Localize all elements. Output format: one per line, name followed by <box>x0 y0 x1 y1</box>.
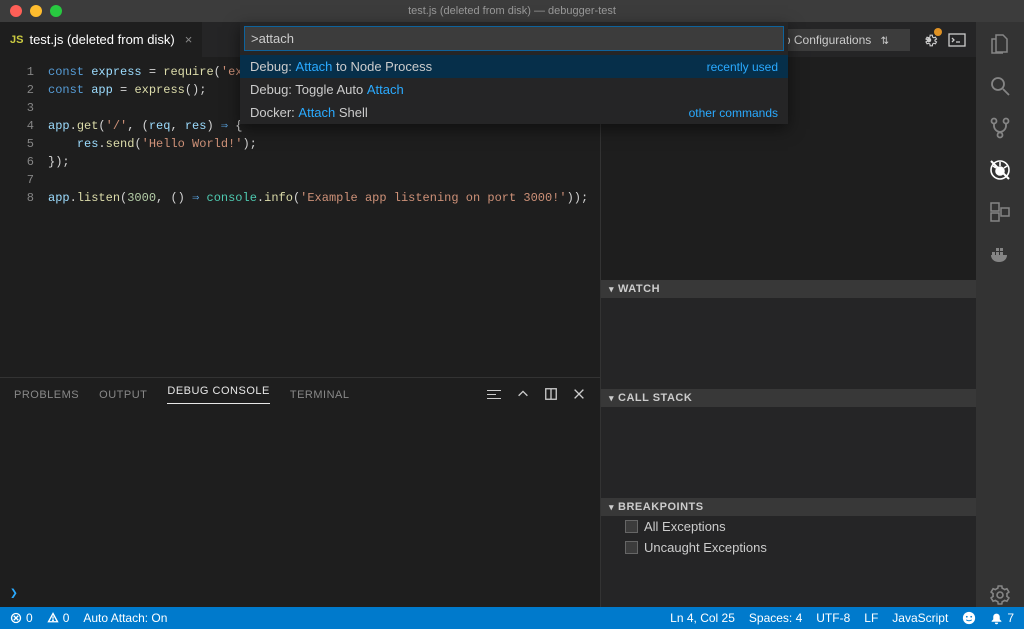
panel-word-wrap-icon[interactable] <box>486 387 502 403</box>
gear-badge-icon <box>934 28 942 36</box>
titlebar: test.js (deleted from disk) — debugger-t… <box>0 0 1024 22</box>
palette-item-toggle-auto-attach[interactable]: Debug: Toggle Auto Attach <box>240 78 788 101</box>
collapse-arrow-icon: ▾ <box>609 393 614 404</box>
command-palette: Debug: Attach to Node Process recently u… <box>240 22 788 124</box>
panel-collapse-icon[interactable] <box>516 387 530 403</box>
statusbar: 0 0 Auto Attach: On Ln 4, Col 25 Spaces:… <box>0 607 1024 629</box>
status-spaces[interactable]: Spaces: 4 <box>749 611 802 625</box>
status-notifications-icon[interactable]: 7 <box>990 611 1014 625</box>
watch-section-body <box>601 298 976 389</box>
panel-maximize-icon[interactable] <box>544 387 558 403</box>
tab-close-icon[interactable]: × <box>185 32 193 47</box>
status-feedback-icon[interactable] <box>962 611 976 625</box>
breakpoint-item[interactable]: All Exceptions <box>601 516 976 537</box>
tab-testjs[interactable]: JS test.js (deleted from disk) × <box>0 22 202 57</box>
watch-label: WATCH <box>618 283 660 295</box>
debug-console-prompt[interactable]: ❯ <box>0 582 28 605</box>
tab-label: test.js (deleted from disk) <box>29 32 174 47</box>
status-encoding[interactable]: UTF-8 <box>816 611 850 625</box>
palette-item-debug-attach[interactable]: Debug: Attach to Node Process recently u… <box>240 55 788 78</box>
settings-gear-icon[interactable] <box>988 583 1012 607</box>
window-maximize-button[interactable] <box>50 5 62 17</box>
debug-settings-gear-icon[interactable] <box>920 31 938 49</box>
status-language[interactable]: JavaScript <box>892 611 948 625</box>
breakpoint-label: All Exceptions <box>644 519 726 534</box>
breakpoint-label: Uncaught Exceptions <box>644 540 767 555</box>
callstack-section-header[interactable]: ▾ CALL STACK <box>601 389 976 407</box>
debug-icon[interactable] <box>988 158 1012 182</box>
line-gutter: 1 2 3 4 5 6 7 8 <box>0 63 48 377</box>
panel-tab-output[interactable]: OUTPUT <box>99 389 147 401</box>
debug-config-label: No Configurations <box>775 33 871 47</box>
command-palette-input[interactable] <box>244 26 784 51</box>
window-title: test.js (deleted from disk) — debugger-t… <box>408 5 616 17</box>
source-control-icon[interactable] <box>988 116 1012 140</box>
checkbox-icon[interactable] <box>625 520 638 533</box>
window-close-button[interactable] <box>10 5 22 17</box>
palette-item-docker-attach[interactable]: Docker: Attach Shell other commands <box>240 101 788 124</box>
status-warnings[interactable]: 0 <box>47 611 70 625</box>
collapse-arrow-icon: ▾ <box>609 502 614 513</box>
status-ln-col[interactable]: Ln 4, Col 25 <box>670 611 735 625</box>
extensions-icon[interactable] <box>988 200 1012 224</box>
search-icon[interactable] <box>988 74 1012 98</box>
panel-tab-terminal[interactable]: TERMINAL <box>290 389 350 401</box>
status-eol[interactable]: LF <box>864 611 878 625</box>
palette-hint: other commands <box>689 106 778 120</box>
callstack-section-body <box>601 407 976 498</box>
status-errors[interactable]: 0 <box>10 611 33 625</box>
palette-hint: recently used <box>707 60 778 74</box>
js-file-icon: JS <box>10 34 23 46</box>
collapse-arrow-icon: ▾ <box>609 284 614 295</box>
breakpoints-label: BREAKPOINTS <box>618 501 704 513</box>
docker-icon[interactable] <box>988 242 1012 266</box>
activity-bar <box>976 22 1024 607</box>
panel-tab-debug-console[interactable]: DEBUG CONSOLE <box>167 385 269 404</box>
status-auto-attach[interactable]: Auto Attach: On <box>83 611 167 625</box>
checkbox-icon[interactable] <box>625 541 638 554</box>
breakpoints-section-header[interactable]: ▾ BREAKPOINTS <box>601 498 976 516</box>
watch-section-header[interactable]: ▾ WATCH <box>601 280 976 298</box>
files-icon[interactable] <box>988 32 1012 56</box>
bottom-panel: PROBLEMS OUTPUT DEBUG CONSOLE TERMINAL <box>0 377 600 607</box>
breakpoints-section-body: All Exceptions Uncaught Exceptions <box>601 516 976 607</box>
dropdown-arrows-icon: ⇅ <box>881 36 889 47</box>
debug-console-toggle-icon[interactable] <box>948 33 966 47</box>
panel-tab-problems[interactable]: PROBLEMS <box>14 389 79 401</box>
breakpoint-item[interactable]: Uncaught Exceptions <box>601 537 976 558</box>
window-minimize-button[interactable] <box>30 5 42 17</box>
callstack-label: CALL STACK <box>618 392 692 404</box>
panel-close-icon[interactable] <box>572 387 586 403</box>
